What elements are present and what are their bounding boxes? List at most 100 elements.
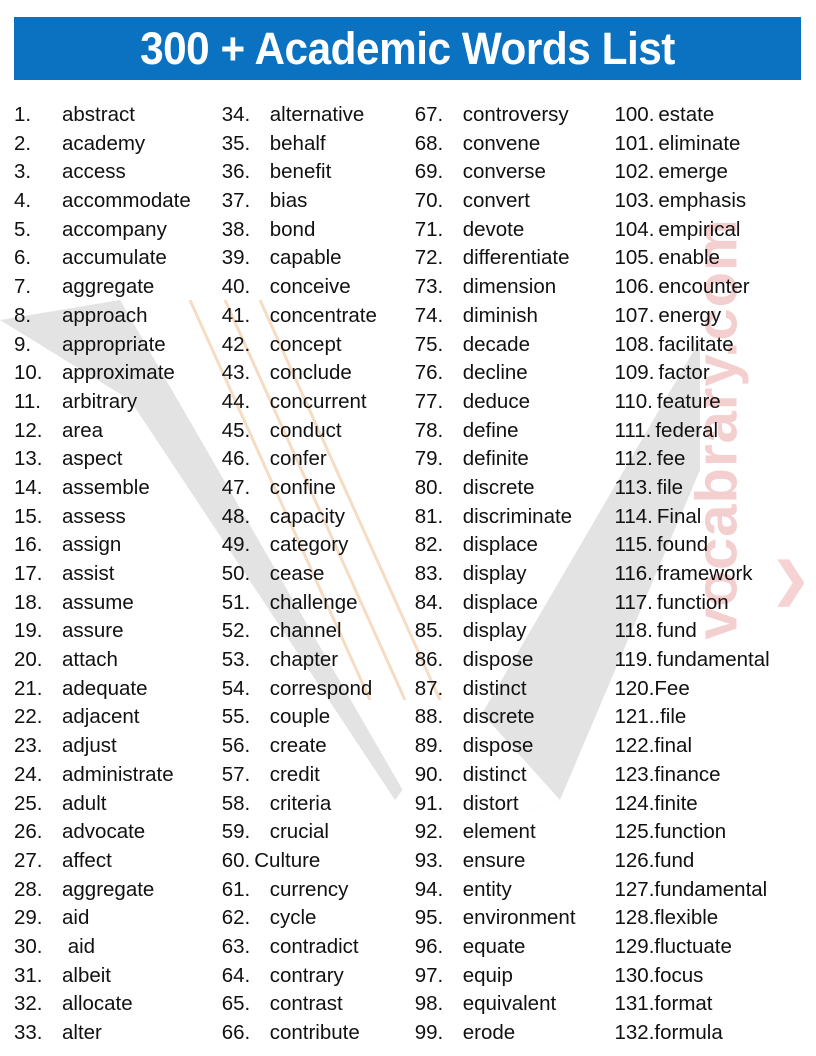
word-item-text: correspond	[269, 676, 373, 700]
word-item-text: enable	[658, 246, 720, 270]
word-item-text: controversy	[462, 103, 569, 126]
word-item-text: displace	[462, 590, 538, 614]
word-item-number: 39.	[221, 246, 251, 270]
word-item-text: criteria	[269, 791, 332, 815]
word-list-item: 123. finance	[614, 761, 816, 790]
word-item-text: encounter	[658, 275, 750, 299]
word-item-text: assign	[62, 533, 122, 557]
word-item-number: 55.	[221, 705, 251, 729]
word-item-text: aspect	[62, 447, 123, 471]
word-item-text: definite	[462, 447, 529, 471]
word-item-number: 47.	[221, 475, 251, 499]
word-item-number: 14.	[14, 475, 43, 499]
word-item-number: 1.	[14, 103, 32, 126]
word-list-item: 71. devote	[415, 216, 609, 245]
word-list-item: 108. facilitate	[614, 331, 816, 360]
word-list-item: 125. function	[614, 818, 816, 847]
word-list-item: 74. diminish	[415, 302, 609, 331]
word-list-item: 117. function	[614, 589, 816, 618]
word-list-item: 66. contribute	[222, 1019, 409, 1048]
word-item-number: 87.	[414, 676, 444, 700]
word-item-number: 36.	[221, 160, 251, 184]
word-list-item: 57. credit	[222, 761, 409, 790]
word-list-item: 24. administrate	[14, 761, 209, 790]
word-list-item: 31. albeit	[14, 962, 209, 991]
word-item-number: 79.	[414, 447, 444, 471]
word-list-item: 1. abstract	[14, 101, 209, 130]
word-item-text: discrete	[462, 475, 535, 499]
word-item-number: 38.	[221, 217, 251, 241]
word-column-2: 67. controversy 68. convene 69. converse 70. co…	[409, 101, 609, 1048]
word-item-text: capable	[269, 246, 342, 270]
word-list-item: 35. behalf	[222, 130, 409, 159]
word-list-item: 4. accommodate	[14, 187, 209, 216]
word-list-item: 56. create	[222, 732, 409, 761]
word-item-text: contribute	[269, 1021, 360, 1044]
word-item-text: define	[462, 418, 519, 442]
word-item-number: 72.	[414, 246, 444, 270]
word-list-item: 28. aggregate	[14, 876, 209, 905]
word-list-item: 107. energy	[614, 302, 816, 331]
word-list-item: 121.. file	[614, 703, 816, 732]
word-item-text: contrary	[269, 963, 344, 987]
word-list-item: 42. concept	[222, 331, 409, 360]
word-list-item: 76. decline	[415, 359, 609, 388]
word-item-text: administrate	[62, 762, 174, 786]
word-item-number: 130.	[614, 963, 655, 987]
word-item-text: fund	[654, 848, 695, 872]
word-item-text: cycle	[269, 906, 317, 930]
word-item-number: 22.	[14, 705, 43, 729]
word-item-text: eliminate	[658, 131, 741, 155]
word-item-number: 6.	[14, 246, 32, 270]
word-item-text: factor	[658, 361, 710, 385]
word-item-text: chapter	[269, 648, 339, 672]
word-item-text: assemble	[62, 475, 150, 499]
word-list-item: 64. contrary	[222, 962, 409, 991]
word-list-item: 12. area	[14, 417, 209, 446]
word-item-text: convert	[462, 189, 530, 213]
word-item-number: 113.	[614, 475, 653, 499]
word-item-text: format	[654, 992, 713, 1016]
word-list-item: 68. convene	[415, 130, 609, 159]
word-item-number: 78.	[414, 418, 444, 442]
word-item-text: approach	[62, 303, 148, 327]
word-list-item: 79. definite	[415, 445, 609, 474]
word-item-text: finance	[654, 762, 721, 786]
word-list-item: 10. approximate	[14, 359, 209, 388]
word-list-item: 88. discrete	[415, 703, 609, 732]
word-item-text: adjust	[62, 734, 117, 758]
word-list-item: 21. adequate	[14, 675, 209, 704]
word-item-number: 2.	[14, 131, 32, 155]
word-item-number: 31.	[14, 963, 43, 987]
word-item-number: 29.	[14, 906, 43, 930]
word-list-item: 36. benefit	[222, 158, 409, 187]
word-item-number: 84.	[414, 590, 444, 614]
word-list-item: 96. equate	[415, 933, 609, 962]
word-list-item: 30. aid	[14, 933, 209, 962]
word-list-item: 105. enable	[614, 244, 816, 273]
word-list-item: 17. assist	[14, 560, 209, 589]
word-list-item: 65. contrast	[222, 990, 409, 1019]
word-item-text: Fee	[654, 676, 690, 700]
word-list-item: 26. advocate	[14, 818, 209, 847]
word-item-number: 50.	[221, 562, 251, 585]
word-item-text: accommodate	[62, 189, 191, 213]
word-item-text: decade	[462, 332, 530, 356]
word-list-item: 59. crucial	[222, 818, 409, 847]
word-item-text: federal	[655, 418, 719, 442]
word-item-number: 109.	[614, 361, 655, 385]
word-item-number: 27.	[14, 848, 43, 872]
word-list-item: 120. Fee	[614, 675, 816, 704]
word-item-number: 8.	[14, 303, 32, 327]
word-item-text: devote	[462, 217, 525, 241]
word-item-number: 77.	[414, 389, 444, 413]
word-item-number: 23.	[14, 734, 43, 758]
word-item-number: 125.	[614, 820, 655, 844]
word-list-item: 2. academy	[14, 130, 209, 159]
word-list-item: 110. feature	[614, 388, 816, 417]
word-item-text: aid	[62, 934, 96, 958]
word-list-item: 90. distinct	[415, 761, 609, 790]
word-item-number: 80.	[414, 475, 444, 499]
word-item-text: Culture	[254, 848, 321, 872]
word-list-item: 50. cease	[222, 560, 409, 589]
